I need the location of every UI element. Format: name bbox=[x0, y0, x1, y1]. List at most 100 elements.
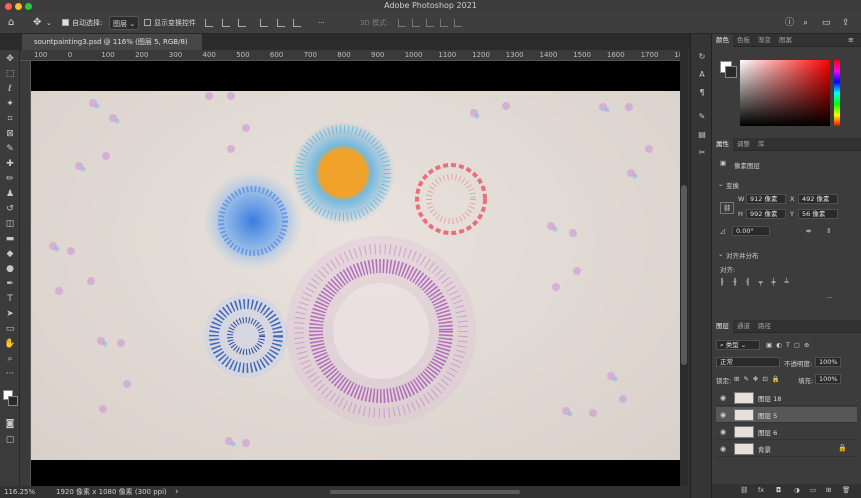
help-icon[interactable]: ⓘ bbox=[785, 16, 794, 30]
visibility-eye-icon[interactable]: ◉ bbox=[720, 445, 726, 453]
height-field[interactable]: 992 像素 bbox=[746, 209, 786, 219]
align-expander-icon[interactable]: ⌄ bbox=[718, 250, 723, 258]
panel-menu-icon[interactable]: ≡ bbox=[848, 36, 854, 44]
blur-tool-icon[interactable]: ◆ bbox=[4, 248, 16, 260]
frame-tool-icon[interactable]: ⊠ bbox=[4, 128, 16, 140]
trash-icon[interactable]: 🗑 bbox=[842, 486, 850, 494]
transform-expander-icon[interactable]: ⌄ bbox=[718, 180, 723, 188]
character-panel-icon[interactable]: A bbox=[697, 70, 707, 80]
status-arrow-icon[interactable]: › bbox=[175, 486, 179, 498]
align-left-icon[interactable] bbox=[205, 19, 213, 27]
quick-mask-icon[interactable]: ◙ bbox=[4, 418, 16, 430]
3d-roll-icon[interactable] bbox=[412, 19, 420, 27]
3d-slide-icon[interactable] bbox=[440, 19, 448, 27]
eraser-tool-icon[interactable]: ◫ bbox=[4, 218, 16, 230]
fill-field[interactable]: 100% bbox=[815, 374, 841, 384]
eyedropper-tool-icon[interactable]: ✎ bbox=[4, 143, 16, 155]
align-center-icon[interactable] bbox=[222, 19, 230, 27]
zoom-window-button[interactable] bbox=[25, 3, 32, 10]
crop-tool-icon[interactable]: ⌗ bbox=[4, 113, 16, 125]
tab-properties[interactable]: 属性 bbox=[712, 138, 733, 151]
tab-adjustments[interactable]: 调整 bbox=[733, 138, 754, 151]
move-tool-icon[interactable]: ✥ bbox=[4, 53, 16, 65]
3d-pan-icon[interactable] bbox=[426, 19, 434, 27]
align-top-icon[interactable] bbox=[260, 19, 268, 27]
visibility-eye-icon[interactable]: ◉ bbox=[720, 394, 726, 402]
horizontal-scroll-thumb[interactable] bbox=[330, 490, 520, 494]
hue-slider[interactable] bbox=[834, 60, 840, 126]
vertical-scroll-thumb[interactable] bbox=[681, 185, 687, 365]
layer-row[interactable]: ◉ 图层 18 bbox=[716, 390, 857, 406]
color-saturation-field[interactable] bbox=[740, 60, 830, 126]
zoom-level[interactable]: 116.25% bbox=[4, 486, 35, 498]
brushes-panel-icon[interactable]: ▤ bbox=[697, 130, 707, 140]
angle-field[interactable]: 0.00° bbox=[732, 226, 770, 236]
auto-select-checkbox[interactable]: 自动选择: bbox=[62, 16, 102, 30]
tab-channels[interactable]: 通道 bbox=[733, 320, 754, 333]
minimize-window-button[interactable] bbox=[15, 3, 22, 10]
layer-select-dropdown[interactable]: 图层 ⌄ bbox=[109, 16, 140, 30]
history-panel-icon[interactable]: ↻ bbox=[697, 52, 707, 62]
3d-orbit-icon[interactable] bbox=[398, 19, 406, 27]
group-icon[interactable]: ▭ bbox=[810, 486, 816, 494]
tab-patterns[interactable]: 图案 bbox=[775, 34, 796, 47]
marquee-tool-icon[interactable]: ⬚ bbox=[4, 68, 16, 80]
share-icon[interactable]: ⇪ bbox=[842, 16, 850, 30]
shape-tool-icon[interactable]: ▭ bbox=[4, 323, 16, 335]
align-buttons[interactable]: ╟╫╢╤╪╧ bbox=[720, 278, 797, 286]
hand-tool-icon[interactable]: ✋ bbox=[4, 338, 16, 350]
screen-mode-icon[interactable]: ▢ bbox=[4, 434, 16, 446]
search-icon[interactable]: ⌕ bbox=[803, 16, 808, 30]
align-bottom-icon[interactable] bbox=[293, 19, 301, 27]
tab-color[interactable]: 颜色 bbox=[712, 34, 733, 47]
healing-brush-tool-icon[interactable]: ✚ bbox=[4, 158, 16, 170]
layer-row[interactable]: ◉ 背景 🔒 bbox=[716, 441, 857, 457]
document-tab[interactable]: sountpainting3.psd @ 116% (图层 5, RGB/8) bbox=[22, 34, 202, 50]
more-align-icon[interactable]: ··· bbox=[826, 294, 832, 302]
visibility-eye-icon[interactable]: ◉ bbox=[720, 428, 726, 436]
opacity-field[interactable]: 100% bbox=[815, 357, 841, 367]
clone-stamp-tool-icon[interactable]: ♟ bbox=[4, 188, 16, 200]
zoom-tool-icon[interactable]: ⌕ bbox=[4, 353, 16, 365]
link-icon[interactable]: ⛓ bbox=[740, 486, 748, 494]
tab-libraries[interactable]: 库 bbox=[754, 138, 769, 151]
home-icon[interactable]: ⌂ bbox=[8, 16, 14, 30]
3d-scale-icon[interactable] bbox=[454, 19, 462, 27]
x-field[interactable]: 492 像素 bbox=[798, 194, 838, 204]
layer-row[interactable]: ◉ 图层 6 bbox=[716, 424, 857, 440]
show-transform-checkbox[interactable]: 显示变换控件 bbox=[144, 16, 196, 30]
gradient-tool-icon[interactable]: ▬ bbox=[4, 233, 16, 245]
layer-filter-dropdown[interactable]: ⌕ 类型 ⌄ bbox=[716, 340, 760, 350]
type-tool-icon[interactable]: T bbox=[4, 293, 16, 305]
tab-gradients[interactable]: 渐变 bbox=[754, 34, 775, 47]
artwork-image[interactable] bbox=[31, 91, 680, 460]
more-tools-icon[interactable]: ··· bbox=[4, 368, 16, 380]
tab-swatches[interactable]: 色板 bbox=[733, 34, 754, 47]
fx-icon[interactable]: fx bbox=[758, 486, 764, 494]
visibility-eye-icon[interactable]: ◉ bbox=[720, 411, 726, 419]
align-right-icon[interactable] bbox=[238, 19, 246, 27]
tab-paths[interactable]: 路径 bbox=[754, 320, 775, 333]
document-info[interactable]: 1920 像素 x 1080 像素 (300 ppi) bbox=[56, 486, 167, 498]
mask-icon[interactable]: ◘ bbox=[776, 486, 781, 494]
magic-wand-tool-icon[interactable]: ✦ bbox=[4, 98, 16, 110]
brush-settings-icon[interactable]: ✎ bbox=[697, 112, 707, 122]
vertical-scrollbar[interactable] bbox=[680, 50, 688, 486]
tools-panel-icon[interactable]: ✂ bbox=[697, 148, 707, 158]
layer-filter-icons[interactable]: ▣◐T▢⊕ bbox=[766, 341, 813, 349]
y-field[interactable]: 56 像素 bbox=[798, 209, 838, 219]
history-brush-tool-icon[interactable]: ↺ bbox=[4, 203, 16, 215]
adjustment-icon[interactable]: ◑ bbox=[794, 486, 800, 494]
layer-row-selected[interactable]: ◉ 图层 5 bbox=[716, 407, 857, 423]
flip-horizontal-icon[interactable]: ⇹ bbox=[806, 227, 811, 235]
lasso-tool-icon[interactable]: ℓ bbox=[4, 83, 16, 95]
workspace-icon[interactable]: ▭ bbox=[822, 16, 831, 30]
new-layer-icon[interactable]: ⊞ bbox=[826, 486, 831, 494]
path-selection-tool-icon[interactable]: ➤ bbox=[4, 308, 16, 320]
move-tool-icon[interactable]: ✥ bbox=[33, 16, 41, 30]
flip-vertical-icon[interactable]: ⇕ bbox=[826, 227, 831, 235]
more-options-icon[interactable]: ··· bbox=[318, 16, 325, 30]
tab-layers[interactable]: 图层 bbox=[712, 320, 733, 333]
background-color-swatch[interactable] bbox=[8, 396, 18, 406]
width-field[interactable]: 912 像素 bbox=[746, 194, 786, 204]
